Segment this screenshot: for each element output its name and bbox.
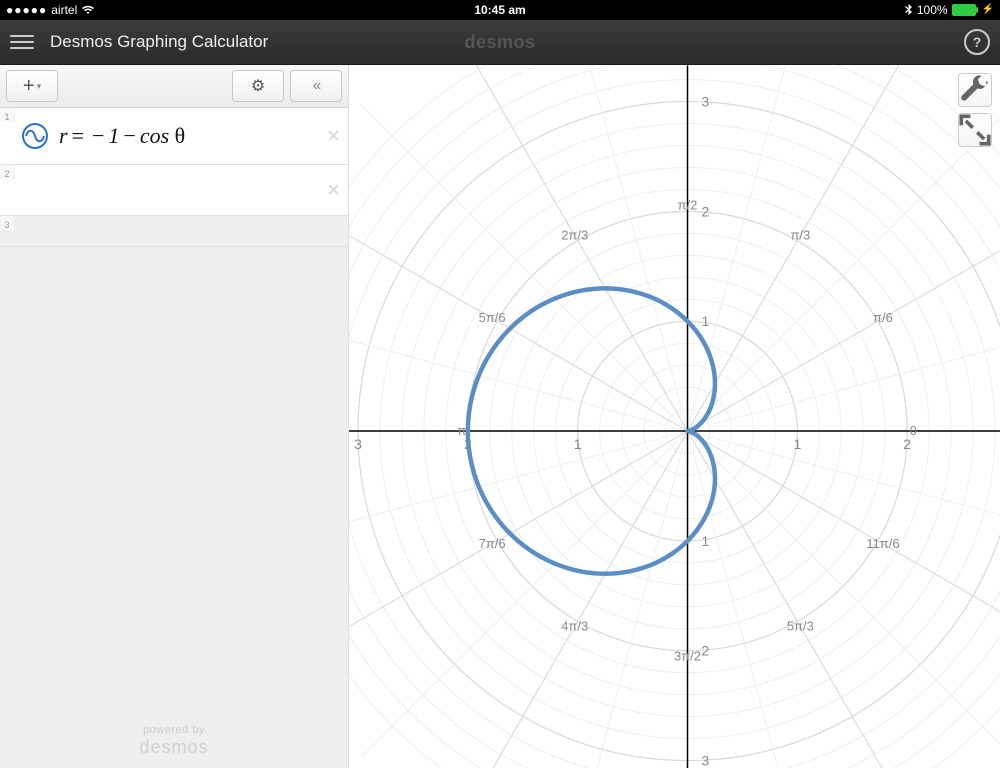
expression-formula[interactable]: r=−1−cos θ (59, 123, 185, 149)
expression-sidebar: + ▾ ⚙ ‹‹ 1r=−1−cos θ×2×3 powered by desm… (0, 65, 349, 768)
battery-percent: 100% (917, 3, 948, 17)
graph-area[interactable]: 1111222233330π/6π/3π/22π/35π/6π7π/64π/33… (349, 65, 1000, 768)
polar-plot[interactable]: 1111222233330π/6π/3π/22π/35π/6π7π/64π/33… (349, 65, 1000, 768)
expression-row[interactable]: 3 (0, 216, 348, 247)
expression-list: 1r=−1−cos θ×2×3 (0, 108, 348, 768)
wrench-icon (959, 74, 991, 106)
expression-color-icon[interactable] (21, 122, 49, 150)
expression-row[interactable]: 1 r=−1−cos θ × (0, 108, 348, 165)
delete-expression-button[interactable]: × (327, 125, 340, 147)
expand-icon (959, 114, 991, 146)
svg-text:3π/2: 3π/2 (674, 649, 701, 664)
fullscreen-button[interactable] (958, 113, 992, 147)
delete-expression-button[interactable]: × (327, 179, 340, 201)
svg-text:2: 2 (701, 643, 709, 659)
svg-text:5π/3: 5π/3 (787, 618, 814, 633)
svg-text:2: 2 (701, 203, 709, 219)
expression-index: 3 (0, 216, 15, 230)
expression-row[interactable]: 2× (0, 165, 348, 216)
svg-text:π/2: π/2 (678, 197, 698, 212)
menu-button[interactable] (10, 30, 34, 54)
svg-text:0: 0 (910, 423, 917, 438)
add-expression-button[interactable]: + ▾ (6, 70, 58, 102)
help-button[interactable]: ? (964, 29, 990, 55)
svg-text:1: 1 (793, 436, 801, 452)
svg-text:3: 3 (701, 94, 709, 110)
svg-text:1: 1 (701, 533, 709, 549)
settings-button[interactable]: ⚙ (232, 70, 284, 102)
svg-text:7π/6: 7π/6 (479, 536, 506, 551)
app-title: Desmos Graphing Calculator (50, 32, 268, 52)
carrier-name: airtel (51, 3, 77, 17)
svg-text:3: 3 (354, 436, 362, 452)
bluetooth-icon (905, 4, 913, 16)
svg-text:π: π (457, 423, 466, 438)
chevron-left-icon: ‹‹ (313, 77, 320, 95)
graph-settings-button[interactable] (958, 73, 992, 107)
signal-strength: ●●●●● (6, 3, 47, 17)
clock: 10:45 am (0, 3, 1000, 17)
svg-text:11π/6: 11π/6 (866, 536, 899, 551)
ios-status-bar: ●●●●● airtel 10:45 am 100% ⚡ (0, 0, 1000, 20)
svg-text:1: 1 (701, 313, 709, 329)
plus-icon: + (23, 76, 35, 96)
wifi-icon (81, 5, 95, 15)
charging-icon: ⚡ (982, 5, 994, 15)
svg-text:π/6: π/6 (873, 310, 893, 325)
svg-text:4π/3: 4π/3 (561, 618, 588, 633)
expression-index: 2 (0, 165, 15, 179)
svg-text:5π/6: 5π/6 (479, 310, 506, 325)
powered-by-label: powered by desmos (0, 724, 348, 759)
svg-text:2π/3: 2π/3 (561, 228, 588, 243)
battery-icon (952, 4, 976, 16)
app-toolbar: Desmos Graphing Calculator desmos ? (0, 20, 1000, 65)
gear-icon: ⚙ (251, 76, 265, 96)
svg-text:2: 2 (903, 436, 911, 452)
chevron-down-icon: ▾ (37, 81, 42, 92)
collapse-sidebar-button[interactable]: ‹‹ (290, 70, 342, 102)
workspace: + ▾ ⚙ ‹‹ 1r=−1−cos θ×2×3 powered by desm… (0, 65, 1000, 768)
sidebar-toolbar: + ▾ ⚙ ‹‹ (0, 65, 348, 108)
svg-text:1: 1 (574, 436, 582, 452)
expression-index: 1 (0, 108, 15, 122)
svg-text:3: 3 (701, 753, 709, 768)
svg-text:π/3: π/3 (790, 228, 810, 243)
